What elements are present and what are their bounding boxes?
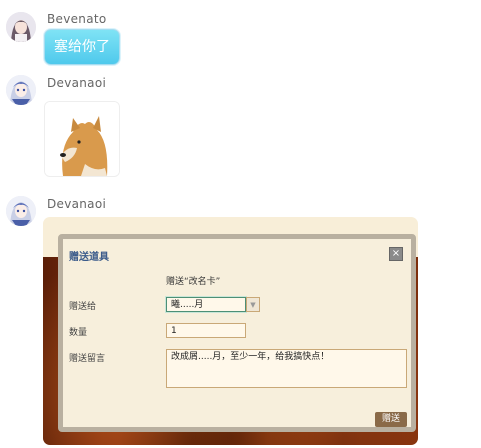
sender-name: Devanaoi (47, 76, 107, 90)
close-icon[interactable]: × (389, 247, 403, 261)
avatar[interactable] (6, 196, 36, 226)
quantity-label: 数量 (69, 328, 88, 338)
screenshot-image[interactable]: 赠送道具 × 赠送“改名卡” 赠送给 曦.....月 ▼ 数量 1 赠送留言 改… (43, 217, 418, 445)
recipient-label: 赠送给 (69, 302, 97, 312)
quantity-input[interactable]: 1 (166, 323, 246, 338)
sender-name: Devanaoi (47, 197, 107, 211)
gift-dialog: 赠送道具 × 赠送“改名卡” 赠送给 曦.....月 ▼ 数量 1 赠送留言 改… (58, 234, 416, 432)
avatar-girl-image (6, 12, 36, 42)
gift-item-text: 赠送“改名卡” (166, 277, 221, 287)
recipient-input[interactable]: 曦.....月 (166, 297, 246, 312)
sender-name: Bevenato (47, 12, 107, 26)
message-textarea[interactable]: 改成屑.....月，至少一年，给我搞快点！ (166, 349, 407, 388)
chevron-down-icon[interactable]: ▼ (246, 297, 260, 312)
avatar[interactable] (6, 75, 36, 105)
dialog-title: 赠送道具 (69, 252, 109, 263)
avatar[interactable] (6, 12, 36, 42)
send-gift-button[interactable]: 赠送 (375, 412, 407, 427)
avatar-anime-image (6, 75, 36, 105)
shiba-dog-sticker[interactable] (44, 101, 120, 177)
message-label: 赠送留言 (69, 354, 106, 364)
avatar-anime-image (6, 196, 36, 226)
message-bubble[interactable]: 塞给你了 (44, 29, 120, 65)
